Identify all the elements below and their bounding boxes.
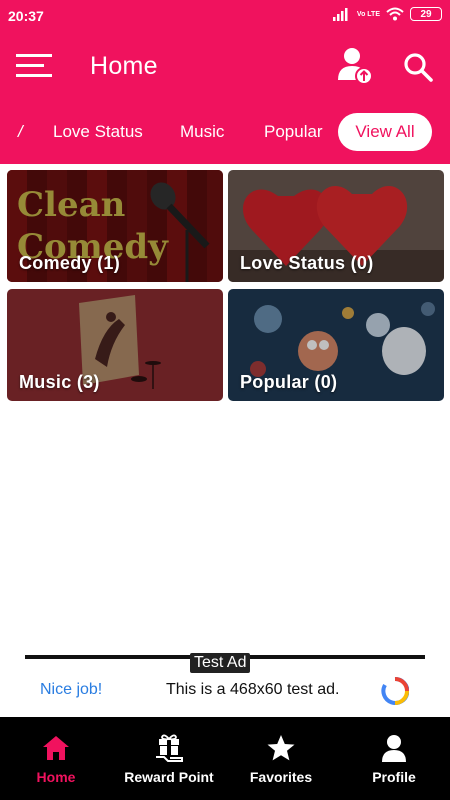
category-label: Comedy (1) <box>19 253 121 273</box>
nav-label: Favorites <box>249 769 313 785</box>
home-icon <box>43 736 69 760</box>
page-title: Home <box>90 52 158 80</box>
tab-music[interactable]: Music <box>180 122 224 142</box>
person-icon <box>382 735 406 762</box>
wifi-icon <box>386 7 404 21</box>
signal-icon <box>332 8 348 21</box>
account-upload-icon[interactable] <box>336 46 374 86</box>
bottom-navigation: Home Reward Point Favorites Profile <box>0 717 450 800</box>
ad-container: Nice job! This is a 468x60 test ad. Test… <box>0 653 450 717</box>
status-bar: 20:37 Vo LTE 29 <box>0 0 450 34</box>
search-icon[interactable] <box>402 51 434 83</box>
nav-label: Home <box>36 769 76 785</box>
menu-icon[interactable] <box>16 52 52 80</box>
star-icon <box>267 735 295 761</box>
category-label: Popular (0) <box>240 372 338 392</box>
battery-indicator: 29 <box>410 7 442 21</box>
tab-love-status[interactable]: Love Status <box>53 122 143 142</box>
status-time: 20:37 <box>8 8 44 24</box>
app-bar: Home <box>0 34 450 98</box>
category-label: Music (3) <box>19 372 100 392</box>
tab-partial[interactable]: / <box>18 122 23 142</box>
ad-tag: Test Ad <box>190 653 251 673</box>
status-icons: Vo LTE 29 <box>332 7 442 21</box>
ad-choices-icon[interactable] <box>381 677 409 705</box>
nav-label: Profile <box>372 769 416 785</box>
ad-text: This is a 468x60 test ad. <box>166 681 340 698</box>
ad-headline: Nice job! <box>40 681 103 698</box>
nav-label: Reward Point <box>124 769 214 785</box>
category-card-popular[interactable]: Popular (0) <box>228 289 444 401</box>
view-all-button[interactable]: View All <box>338 113 432 151</box>
category-card-comedy[interactable]: Clean Comedy Comedy (1) <box>7 170 223 282</box>
nav-item-favorites[interactable]: Favorites <box>240 717 322 800</box>
nav-item-profile[interactable]: Profile <box>360 717 428 800</box>
nav-item-home[interactable]: Home <box>22 717 90 800</box>
nav-item-reward-point[interactable]: Reward Point <box>115 717 223 800</box>
category-label: Love Status (0) <box>240 253 374 273</box>
category-card-music[interactable]: Music (3) <box>7 289 223 401</box>
category-card-love-status[interactable]: Love Status (0) <box>228 170 444 282</box>
gift-icon <box>156 734 183 762</box>
category-tabs: / Love Status Music Popular View All <box>0 98 450 164</box>
tab-popular[interactable]: Popular <box>264 122 323 142</box>
network-type: Vo LTE <box>356 10 380 18</box>
